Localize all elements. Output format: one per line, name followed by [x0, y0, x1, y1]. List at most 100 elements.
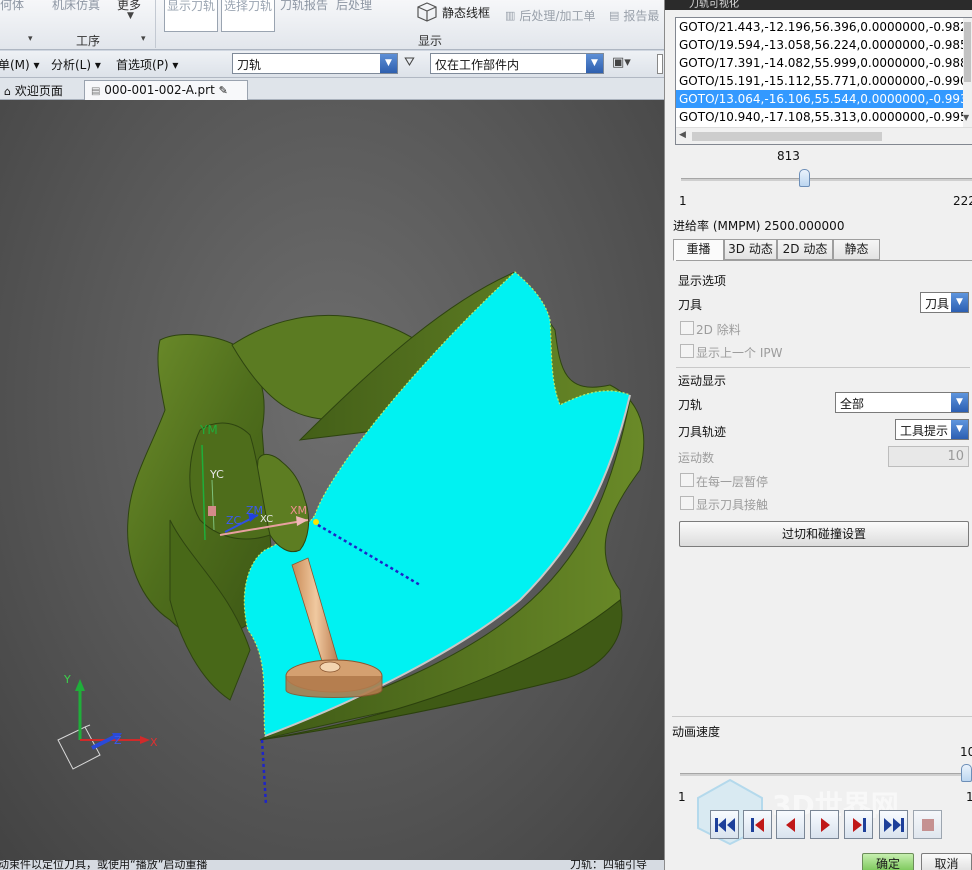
position-value: 813: [777, 149, 800, 163]
tab-static[interactable]: 静态: [833, 239, 880, 260]
ribbon-group-process: 工序: [76, 34, 101, 48]
list-item-selected[interactable]: GOTO/13.064,-16.106,55.544,0.0000000,-0.…: [676, 90, 972, 108]
csys-label-yc: YC: [210, 468, 224, 481]
preferences-menu[interactable]: 首选项(P) ▾: [116, 56, 178, 73]
ok-button[interactable]: 确定: [862, 853, 914, 870]
tab-3d-dynamic[interactable]: 3D 动态: [724, 239, 777, 260]
fast-forward-button[interactable]: [879, 810, 908, 839]
motion-count-input[interactable]: 10: [888, 446, 969, 467]
tool-display-select[interactable]: 刀具 ▼: [920, 292, 969, 313]
tab-replay[interactable]: 重播: [673, 239, 724, 261]
scope-filter-value: 仅在工作部件内: [435, 58, 520, 72]
select-toolpath-button[interactable]: 选择刀轨: [221, 0, 275, 32]
path-display-select[interactable]: 全部 ▼: [835, 392, 969, 413]
type-filter-select[interactable]: 刀轨 ▼: [232, 53, 398, 74]
checkbox-tool-contact-label: 显示刀具接触: [696, 498, 769, 512]
chevron-left-icon[interactable]: ◀: [679, 130, 686, 140]
chevron-down-icon[interactable]: ▾: [141, 34, 146, 44]
checkbox-pause-each-layer[interactable]: [680, 473, 694, 487]
chevron-down-icon: ▼: [951, 393, 968, 412]
chevron-down-icon[interactable]: ▼: [963, 113, 969, 122]
tool-label: 刀具: [678, 298, 703, 312]
gouge-collision-settings-button[interactable]: 过切和碰撞设置: [679, 521, 969, 547]
filter-funnel-icon[interactable]: ⛛: [404, 55, 415, 70]
postprocess-button[interactable]: ▥ 后处理/加工单: [505, 7, 595, 24]
position-min: 1: [679, 194, 687, 208]
ribbon-geometry-label[interactable]: 何体: [0, 0, 24, 13]
part-file-icon: ▤: [91, 86, 101, 97]
play-reverse-icon: [785, 817, 795, 832]
scope-filter-select[interactable]: 仅在工作部件内 ▼: [430, 53, 604, 74]
graphics-viewport[interactable]: YM YC ZM ZC XM XC Y X Z: [0, 100, 664, 860]
chevron-down-icon[interactable]: ▾: [28, 34, 33, 44]
show-toolpath-button[interactable]: 显示刀轨: [164, 0, 218, 32]
tab-part-file[interactable]: ▤ 000-001-002-A.prt ✎ ✕: [84, 80, 248, 111]
modified-icon: ✎: [218, 84, 228, 97]
speed-slider-thumb[interactable]: [961, 764, 972, 782]
position-slider-thumb[interactable]: [799, 169, 811, 187]
stop-button[interactable]: [913, 810, 942, 839]
checkbox-tool-contact[interactable]: [680, 496, 694, 510]
selection-options-icon[interactable]: ▣▾: [612, 55, 631, 70]
section-divider: [672, 716, 972, 717]
toolbar-overflow[interactable]: [657, 54, 663, 74]
dialog-title-bar: 刀轨可视化: [665, 0, 972, 10]
type-filter-value: 刀轨: [237, 58, 262, 72]
static-wireframe-button[interactable]: 静态线框: [416, 1, 490, 23]
checkbox-2d-remove[interactable]: [680, 321, 694, 335]
position-slider-track[interactable]: [681, 178, 972, 181]
cancel-button[interactable]: 取消: [921, 853, 972, 870]
replay-tab-content: 显示选项 刀具 刀具 ▼ 2D 除料 显示上一个 IPW 运动显示 刀轨 全部 …: [672, 260, 972, 722]
menu-button[interactable]: 单(M) ▾: [0, 56, 40, 73]
list-item[interactable]: GOTO/19.594,-13.058,56.224,0.0000000,-0.…: [676, 36, 972, 54]
tool-tip: [319, 661, 341, 673]
speed-min: 1: [678, 790, 686, 804]
checkbox-prev-ipw[interactable]: [680, 344, 694, 358]
scroll-thumb[interactable]: [692, 132, 882, 141]
goto-command-list[interactable]: GOTO/21.443,-12.196,56.396,0.0000000,-0.…: [675, 17, 972, 145]
chevron-down-icon: ▼: [951, 420, 968, 439]
tool-trace-select[interactable]: 工具提示 ▼: [895, 419, 969, 440]
display-options-heading: 显示选项: [678, 274, 727, 288]
step-back-button[interactable]: [743, 810, 772, 839]
checkbox-prev-ipw-label: 显示上一个 IPW: [696, 346, 783, 360]
goto-vertical-scrollbar[interactable]: ▼: [963, 18, 972, 128]
play-forward-button[interactable]: [810, 810, 839, 839]
checkbox-pause-each-layer-label: 在每一层暂停: [696, 475, 769, 489]
analysis-menu[interactable]: 分析(L) ▾: [51, 56, 101, 73]
ribbon-group-display: 显示: [418, 34, 443, 48]
ribbon-separator: [155, 0, 156, 48]
list-item[interactable]: GOTO/10.940,-17.108,55.313,0.0000000,-0.…: [676, 108, 972, 126]
ribbon-machine-sim-label[interactable]: 机床仿真: [52, 0, 100, 13]
tab-welcome-page[interactable]: ⌂ 欢迎页面: [0, 80, 69, 100]
home-icon: ⌂: [4, 85, 11, 98]
toolpath-report-label[interactable]: 刀轨报告: [280, 0, 328, 13]
motion-display-heading: 运动显示: [678, 374, 727, 388]
list-item[interactable]: GOTO/17.391,-14.082,55.999,0.0000000,-0.…: [676, 54, 972, 72]
step-forward-button[interactable]: [844, 810, 873, 839]
toolpath-line-b: [260, 739, 268, 806]
view-triad[interactable]: [40, 665, 170, 805]
chevron-down-icon: ▼: [951, 293, 968, 312]
report-icon: ▤: [609, 9, 620, 22]
report-button[interactable]: ▤ 报告最: [609, 7, 659, 24]
postprocess-short-label[interactable]: 后处理: [336, 0, 372, 13]
list-item[interactable]: GOTO/15.191,-15.112,55.771,0.0000000,-0.…: [676, 72, 972, 90]
triad-label-z: Z: [114, 734, 122, 747]
status-toolpath: 刀轨：四轴引导: [570, 860, 647, 870]
rewind-to-start-button[interactable]: [710, 810, 739, 839]
goto-horizontal-scrollbar[interactable]: ◀: [676, 127, 972, 144]
chevron-down-icon: ▼: [127, 11, 134, 21]
triad-label-x: X: [150, 736, 158, 749]
play-icon: [820, 817, 830, 832]
wireframe-cube-icon: [417, 2, 437, 22]
skip-start-icon: [714, 817, 735, 832]
csys-origin: [208, 506, 216, 516]
status-prompt: 动束件以定位刀具，或使用“播放”启动重播: [0, 860, 208, 870]
path-label: 刀轨: [678, 398, 703, 412]
list-item[interactable]: GOTO/21.443,-12.196,56.396,0.0000000,-0.…: [676, 18, 972, 36]
play-reverse-button[interactable]: [776, 810, 805, 839]
csys-label-xm: XM: [290, 504, 308, 517]
speed-max: 10: [960, 745, 972, 759]
tab-2d-dynamic[interactable]: 2D 动态: [777, 239, 833, 260]
